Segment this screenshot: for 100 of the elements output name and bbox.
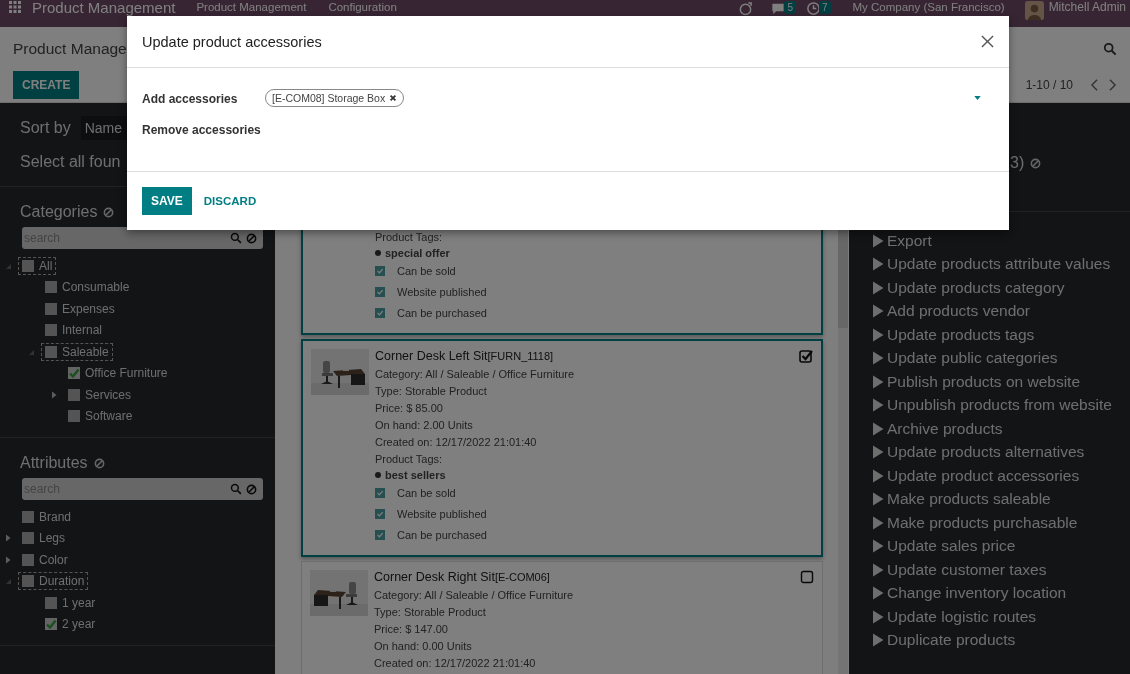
action-label[interactable]: Publish products on website (887, 372, 1080, 391)
action-label[interactable]: Archive products (887, 419, 1003, 438)
checkbox[interactable] (375, 265, 385, 276)
checkbox[interactable] (45, 345, 57, 358)
action-label[interactable]: Update public categories (887, 349, 1058, 368)
checkbox[interactable] (375, 286, 385, 297)
search-icon[interactable] (230, 483, 242, 495)
avatar-icon[interactable] (1024, 1, 1044, 20)
chat-icon[interactable] (770, 1, 787, 16)
action-link[interactable]: Update products alternatives (872, 440, 1130, 464)
tree-item-label[interactable]: Color (39, 552, 68, 567)
dropdown-caret-icon[interactable] (974, 96, 981, 100)
action-label[interactable]: Update customer taxes (887, 560, 1047, 579)
expand-caret-icon[interactable] (50, 390, 58, 399)
action-link[interactable]: Make products saleable (872, 487, 1130, 511)
checkbox[interactable] (68, 410, 80, 423)
app-menu-icon[interactable] (9, 1, 21, 13)
action-link[interactable]: Update sales price (872, 534, 1130, 558)
search-icon[interactable] (230, 232, 242, 244)
checkbox[interactable] (375, 487, 385, 498)
checkbox[interactable] (45, 281, 57, 294)
select-checkbox[interactable] (799, 349, 813, 363)
action-label[interactable]: Update products category (887, 278, 1065, 297)
checkbox[interactable] (22, 575, 34, 588)
action-link[interactable]: Export (872, 229, 1130, 253)
tree-item-label[interactable]: Brand (39, 509, 72, 524)
action-label[interactable]: Update logistic routes (887, 607, 1037, 626)
action-link[interactable]: Update products tags (872, 323, 1130, 347)
expand-caret-icon[interactable] (4, 555, 12, 564)
expand-caret-icon[interactable] (4, 534, 12, 543)
checkbox[interactable] (22, 510, 34, 523)
previous-icon[interactable] (1090, 79, 1099, 91)
action-label[interactable]: Add products vendor (887, 302, 1031, 321)
save-button[interactable]: SAVE (142, 187, 192, 215)
action-label[interactable]: Make products saleable (887, 490, 1051, 509)
action-label[interactable]: Update products attribute values (887, 255, 1111, 274)
clear-icon[interactable] (246, 483, 257, 495)
next-icon[interactable] (1108, 79, 1117, 91)
action-label[interactable]: Update product accessories (887, 466, 1080, 485)
action-link[interactable]: Update product accessories (872, 464, 1130, 488)
select-checkbox[interactable] (800, 570, 814, 584)
action-link[interactable]: Publish products on website (872, 370, 1130, 394)
remove-icon[interactable] (389, 94, 398, 102)
checkbox[interactable] (375, 529, 385, 540)
action-link[interactable]: Update customer taxes (872, 558, 1130, 582)
tree-item-label[interactable]: Software (85, 409, 133, 424)
tree-item-label[interactable]: Office Furniture (85, 366, 168, 381)
tree-item-label[interactable]: Legs (39, 531, 66, 546)
search-icon[interactable] (1103, 42, 1117, 56)
checkbox[interactable] (22, 532, 34, 545)
action-link[interactable]: Update public categories (872, 346, 1130, 370)
action-link[interactable]: Update products attribute values (872, 252, 1130, 276)
product-card[interactable] (301, 339, 823, 557)
tree-item-label[interactable]: Services (85, 387, 131, 402)
checkbox[interactable] (68, 388, 80, 401)
action-label[interactable]: Duplicate products (887, 631, 1016, 650)
checkbox[interactable] (375, 307, 385, 318)
product-title[interactable]: Corner Desk Left Sit[FURN_1118] (375, 349, 575, 363)
checkbox[interactable] (45, 618, 57, 631)
tree-item-label[interactable]: 2 year (62, 617, 96, 632)
app-name[interactable]: Product Management (32, 1, 176, 14)
close-icon[interactable] (981, 35, 994, 48)
action-label[interactable]: Update sales price (887, 537, 1016, 556)
checkbox[interactable] (68, 367, 80, 380)
checkbox[interactable] (45, 596, 57, 609)
action-link[interactable]: Unpublish products from website (872, 393, 1130, 417)
action-label[interactable]: Make products purchasable (887, 513, 1078, 532)
checkbox[interactable] (22, 259, 34, 272)
create-button[interactable]: CREATE (13, 71, 80, 99)
action-link[interactable]: Change inventory location (872, 581, 1130, 605)
accessories-field[interactable]: [E-COM08] Storage Box (265, 89, 994, 108)
action-label[interactable]: Export (887, 231, 932, 250)
clock-icon[interactable] (805, 1, 821, 16)
checkbox[interactable] (45, 302, 57, 315)
action-link[interactable]: Archive products (872, 417, 1130, 441)
ring-icon[interactable] (738, 1, 754, 16)
action-link[interactable]: Add products vendor (872, 299, 1130, 323)
menu-item[interactable]: Configuration (328, 1, 397, 14)
action-label[interactable]: Change inventory location (887, 584, 1067, 603)
action-link[interactable]: Update products category (872, 276, 1130, 300)
checkbox[interactable] (22, 553, 34, 566)
tree-item-label[interactable]: Internal (62, 323, 103, 338)
action-link[interactable]: Update logistic routes (872, 605, 1130, 629)
action-link[interactable]: Duplicate products (872, 628, 1130, 652)
menu-item[interactable]: Product Management (196, 1, 307, 14)
company-switcher[interactable]: My Company (San Francisco) (852, 1, 1005, 14)
action-label[interactable]: Unpublish products from website (887, 396, 1112, 415)
product-card[interactable]: Corner Desk Right Sit[E-COM06] Category: All / Saleable / Office Furniture Type: Storable Product Price: $ 147.00 On hand: 0.00 Units Created on: 12/17/2022 21:01:40 (301, 561, 823, 674)
tree-item-label[interactable]: Expenses (62, 301, 115, 316)
clear-icon[interactable] (246, 232, 257, 244)
action-label[interactable]: Update products tags (887, 325, 1035, 344)
action-link[interactable]: Make products purchasable (872, 511, 1130, 535)
checkbox[interactable] (375, 508, 385, 519)
checkbox[interactable] (45, 324, 57, 337)
discard-button[interactable]: DISCARD (195, 188, 265, 214)
product-title[interactable]: Corner Desk Right Sit[E-COM06] (374, 570, 574, 584)
tree-item-label[interactable]: Consumable (62, 280, 130, 295)
tree-item-label[interactable]: 1 year (62, 595, 96, 610)
action-label[interactable]: Update products alternatives (887, 443, 1085, 462)
user-name[interactable]: Mitchell Admin (1048, 1, 1126, 14)
